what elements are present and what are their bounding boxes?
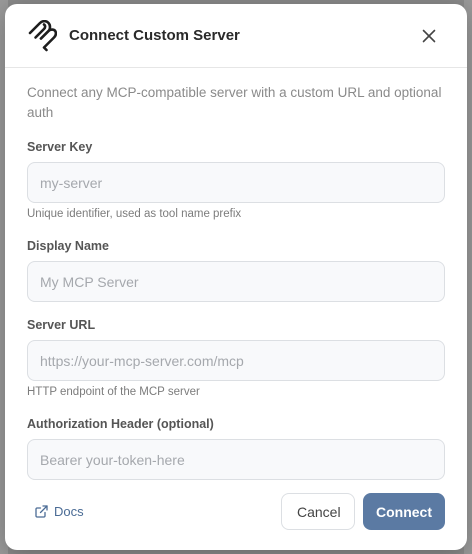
- docs-label: Docs: [54, 504, 84, 519]
- connect-button[interactable]: Connect: [363, 493, 445, 530]
- display-name-input[interactable]: [27, 261, 445, 302]
- cancel-button[interactable]: Cancel: [281, 493, 355, 530]
- server-key-field: Server Key Unique identifier, used as to…: [27, 139, 445, 221]
- dialog-footer: Docs Cancel Connect: [27, 493, 445, 530]
- server-key-input[interactable]: [27, 162, 445, 203]
- server-key-hint: Unique identifier, used as tool name pre…: [27, 208, 242, 220]
- close-icon[interactable]: [416, 23, 442, 49]
- dialog-header: Connect Custom Server: [5, 4, 467, 68]
- auth-header-label: Authorization Header (optional): [27, 417, 214, 431]
- auth-header-input[interactable]: [27, 439, 445, 480]
- dialog-title: Connect Custom Server: [69, 27, 240, 44]
- server-url-hint: HTTP endpoint of the MCP server: [27, 386, 200, 398]
- dialog-description: Connect any MCP-compatible server with a…: [27, 85, 442, 120]
- dialog-body: Connect any MCP-compatible server with a…: [5, 68, 467, 480]
- server-url-input[interactable]: [27, 340, 445, 381]
- external-link-icon: [35, 505, 48, 518]
- docs-link[interactable]: Docs: [35, 504, 84, 519]
- auth-header-field: Authorization Header (optional): [27, 416, 445, 480]
- server-key-label: Server Key: [27, 140, 93, 154]
- connect-custom-server-dialog: Connect Custom Server Connect any MCP-co…: [5, 4, 467, 550]
- mcp-logo-icon: [27, 19, 57, 52]
- server-url-field: Server URL HTTP endpoint of the MCP serv…: [27, 317, 445, 399]
- display-name-label: Display Name: [27, 239, 109, 253]
- display-name-field: Display Name: [27, 238, 445, 302]
- server-url-label: Server URL: [27, 318, 96, 332]
